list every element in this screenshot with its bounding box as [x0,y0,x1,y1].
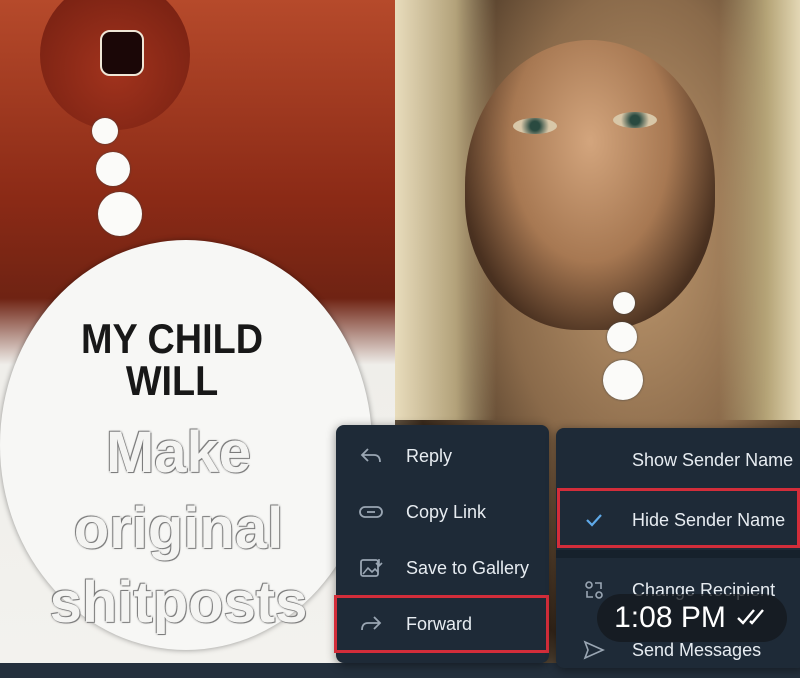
show-sender-name-option[interactable]: Show Sender Name [556,432,800,488]
menu-item-label: Copy Link [406,501,487,522]
link-icon [336,503,406,521]
thought-dot [96,152,130,186]
double-check-icon [736,601,770,635]
menu-item-label: Forward [406,613,473,634]
demon-mouth [100,30,144,76]
hide-sender-name-option[interactable]: Hide Sender Name [556,492,800,548]
menu-item-copy-link[interactable]: Copy Link [336,484,549,540]
overlay-caption-line: shitposts [49,570,308,635]
reply-icon [336,447,406,465]
menu-item-label: Reply [406,445,453,466]
checkmark-icon [556,513,632,527]
thought-dot [607,322,637,352]
thought-dot [92,118,118,144]
menu-divider [556,550,800,558]
thought-dot [613,292,635,314]
send-icon [556,640,632,660]
overlay-caption-line: original [73,496,284,561]
jesus-image [465,40,715,330]
option-label: Hide Sender Name [632,509,786,530]
menu-item-reply[interactable]: Reply [336,428,549,484]
bubble-caption: MY CHILD WILL [80,315,263,404]
thought-dot [98,192,142,236]
thought-dot [603,360,643,400]
option-label: Send Messages [632,639,762,660]
demon-image [40,0,190,130]
overlay-caption-line: Make [105,420,252,485]
eye [613,112,657,128]
save-to-gallery-icon [336,557,406,579]
message-time-badge: 1:08 PM [597,594,787,642]
message-time: 1:08 PM [614,601,726,634]
eye [513,118,557,134]
menu-item-save-to-gallery[interactable]: Save to Gallery [336,540,549,596]
menu-item-forward[interactable]: Forward [336,596,549,652]
forward-icon [336,615,406,633]
message-context-menu: Reply Copy Link Save to Gallery Forward [336,425,549,663]
option-label: Show Sender Name [632,449,794,470]
menu-item-label: Save to Gallery [406,557,530,578]
